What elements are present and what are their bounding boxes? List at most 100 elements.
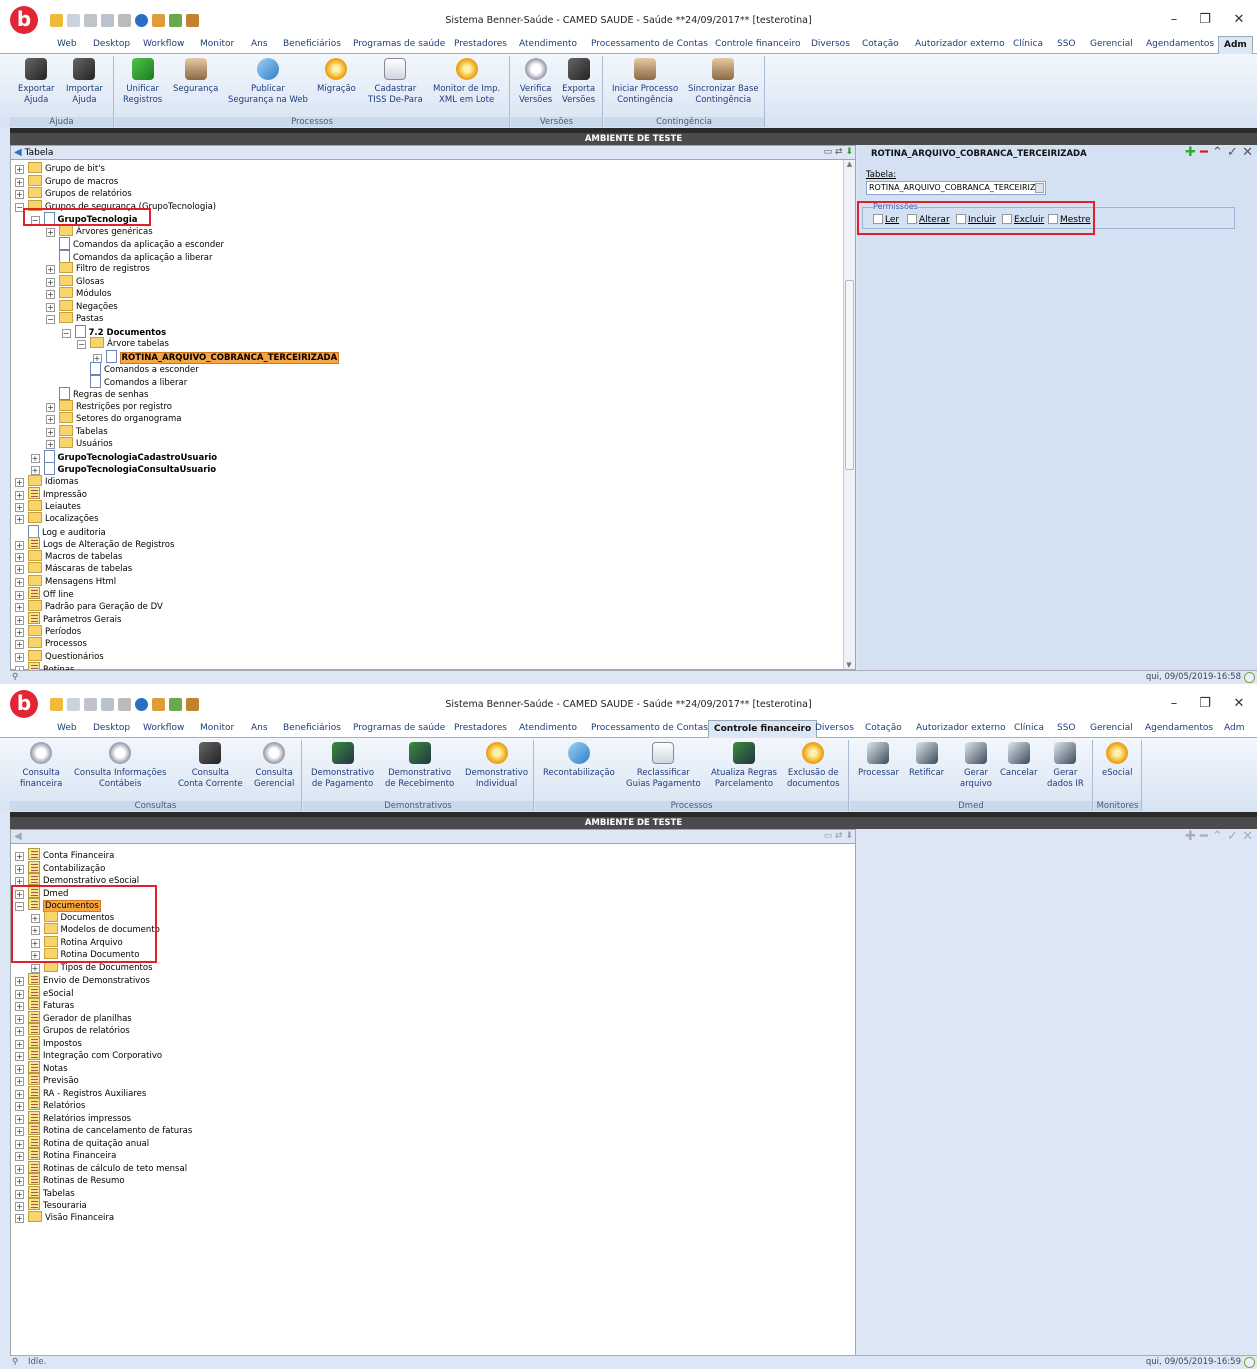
tab-sso[interactable]: SSO xyxy=(1057,39,1076,54)
expand-toggle-icon[interactable]: + xyxy=(46,227,55,237)
tree-node[interactable]: + Rotina de cancelamento de faturas xyxy=(15,1123,192,1136)
expand-toggle-icon[interactable]: + xyxy=(15,190,24,199)
exclusao-documentos-button[interactable]: Exclusão de documentos xyxy=(787,742,840,790)
tab-clinica[interactable]: Clínica xyxy=(1014,723,1044,738)
tree-node[interactable]: + Previsão xyxy=(15,1073,79,1086)
tree-node[interactable]: + Módulos xyxy=(46,287,111,299)
tab-beneficiarios[interactable]: Beneficiários xyxy=(283,723,341,738)
expand-toggle-icon[interactable]: − xyxy=(77,340,86,349)
tab-atendimento[interactable]: Atendimento xyxy=(519,723,577,738)
expand-toggle-icon[interactable]: + xyxy=(46,277,55,287)
tree-node[interactable]: + Grupos de relatórios xyxy=(15,1023,130,1036)
consulta-conta-corrente-button[interactable]: Consulta Conta Corrente xyxy=(178,742,243,790)
gerar-arquivo-button[interactable]: Gerar arquivo xyxy=(960,742,992,790)
expand-toggle-icon[interactable]: + xyxy=(46,290,55,299)
expand-toggle-icon[interactable]: + xyxy=(15,502,24,512)
tab-processamento-de-contas[interactable]: Processamento de Contas xyxy=(591,39,708,54)
tab-cotacao[interactable]: Cotação xyxy=(865,723,902,738)
tree-node[interactable]: + Restrições por registro xyxy=(46,399,172,412)
tab-web[interactable]: Web xyxy=(57,723,77,738)
tab-ans[interactable]: Ans xyxy=(251,723,268,738)
unificar-registros-button[interactable]: Unificar Registros xyxy=(123,58,162,106)
tree-node[interactable]: + Rotinas de Resumo xyxy=(15,1173,125,1186)
tree-node[interactable]: + Contabilização xyxy=(15,860,105,874)
tree-node[interactable]: + RA - Registros Auxiliares xyxy=(15,1085,146,1099)
tab-sso[interactable]: SSO xyxy=(1057,723,1076,738)
tab-autorizador-externo[interactable]: Autorizador externo xyxy=(916,723,1006,738)
tree-node[interactable]: Regras de senhas xyxy=(46,387,148,400)
tree-node[interactable]: Comandos da aplicação a esconder xyxy=(46,237,224,250)
expand-toggle-icon[interactable]: + xyxy=(46,402,55,412)
close-button[interactable]: ✕ xyxy=(1228,696,1250,712)
publicar-seguranca-web-button[interactable]: Publicar Segurança na Web xyxy=(228,58,308,106)
importar-ajuda-button[interactable]: Importar Ajuda xyxy=(66,58,103,106)
reclassificar-guias-button[interactable]: Reclassificar Guias Pagamento xyxy=(626,742,701,790)
verifica-versoes-button[interactable]: Verifica Versões xyxy=(519,58,552,106)
tree-node[interactable]: + Glosas xyxy=(46,274,104,287)
tab-programas-de-saude[interactable]: Programas de saúde xyxy=(353,723,445,738)
expand-toggle-icon[interactable]: + xyxy=(15,477,24,487)
retificar-button[interactable]: Retificar xyxy=(909,742,944,779)
consulta-gerencial-button[interactable]: Consulta Gerencial xyxy=(254,742,294,790)
demonstrativo-recebimento-button[interactable]: Demonstrativo de Recebimento xyxy=(385,742,454,790)
tree-node[interactable]: + Negações xyxy=(46,299,118,312)
magnifier-icon[interactable]: ⚲ xyxy=(12,1356,18,1369)
tree-node[interactable]: − Pastas xyxy=(46,312,103,324)
remove-icon[interactable]: ━ xyxy=(1200,829,1208,844)
tree-node[interactable]: + Períodos xyxy=(15,624,81,637)
tree-node[interactable]: + eSocial xyxy=(15,985,73,999)
tree-node[interactable]: + Envio de Demonstrativos xyxy=(15,973,150,986)
tree-node[interactable]: + Integração com Corporativo xyxy=(15,1048,162,1061)
expand-toggle-icon[interactable]: + xyxy=(15,640,24,649)
tab-prestadores[interactable]: Prestadores xyxy=(454,39,507,54)
sincronizar-base-contingencia-button[interactable]: Sincronizar Base Contingência xyxy=(688,58,759,106)
tree-node[interactable]: + Relatórios impressos xyxy=(15,1110,131,1124)
restore-button[interactable]: ❐ xyxy=(1194,696,1216,712)
tab-agendamentos[interactable]: Agendamentos xyxy=(1146,39,1214,54)
expand-toggle-icon[interactable]: + xyxy=(30,963,40,973)
migracao-button[interactable]: Migração xyxy=(317,58,356,95)
tree-node[interactable]: + Off line xyxy=(15,587,74,600)
expand-toggle-icon[interactable]: + xyxy=(15,515,24,524)
expand-toggle-icon[interactable]: + xyxy=(15,552,24,562)
tab-desktop[interactable]: Desktop xyxy=(93,723,130,738)
tab-prestadores[interactable]: Prestadores xyxy=(454,723,507,738)
tab-adm[interactable]: Adm xyxy=(1224,723,1244,738)
close-button[interactable]: ✕ xyxy=(1228,12,1250,28)
tree-node[interactable]: + Faturas xyxy=(15,998,74,1011)
tree-node[interactable]: + GrupoTecnologiaConsultaUsuario xyxy=(30,462,216,475)
expand-toggle-icon[interactable]: + xyxy=(46,302,55,312)
tab-cotacao[interactable]: Cotação xyxy=(862,39,899,54)
expand-toggle-icon[interactable]: + xyxy=(15,602,24,612)
tree-node[interactable]: + Filtro de registros xyxy=(46,262,150,274)
add-icon[interactable]: ✚ xyxy=(1185,829,1196,844)
tree-node[interactable]: + Notas xyxy=(15,1060,68,1074)
tree-node[interactable]: + Macros de tabelas xyxy=(15,549,122,562)
tree-node[interactable]: + Localizações xyxy=(15,512,99,524)
tab-programas-de-saude[interactable]: Programas de saúde xyxy=(353,39,445,54)
add-icon[interactable]: ✚ xyxy=(1185,145,1196,160)
tab-ans[interactable]: Ans xyxy=(251,39,268,54)
tree-node[interactable]: + Logs de Alteração de Registros xyxy=(15,537,174,550)
tree-node[interactable]: + Gerador de planilhas xyxy=(15,1010,132,1024)
tab-desktop[interactable]: Desktop xyxy=(93,39,130,54)
tab-gerencial[interactable]: Gerencial xyxy=(1090,39,1133,54)
tree-node[interactable]: + Questionários xyxy=(15,649,104,662)
monitor-imp-xml-button[interactable]: Monitor de Imp. XML em Lote xyxy=(433,58,500,106)
tree-node[interactable]: + Idiomas xyxy=(15,474,78,487)
back-arrow-icon[interactable]: ◀ xyxy=(14,147,22,158)
tree-node[interactable]: + Padrão para Geração de DV xyxy=(15,599,163,612)
tab-controle-financeiro[interactable]: Controle financeiro xyxy=(708,720,818,738)
expand-toggle-icon[interactable]: + xyxy=(15,627,24,637)
tree-node[interactable]: + Setores do organograma xyxy=(46,412,181,424)
close-icon[interactable]: ✕ xyxy=(1242,829,1253,844)
check-icon[interactable]: ✓ xyxy=(1227,145,1238,160)
expand-toggle-icon[interactable]: + xyxy=(46,415,55,424)
tab-gerencial[interactable]: Gerencial xyxy=(1090,723,1133,738)
vertical-scrollbar[interactable]: ▲ ▼ xyxy=(843,160,855,669)
minimize-button[interactable]: – xyxy=(1163,12,1185,28)
tree-node[interactable]: + Impostos xyxy=(15,1035,82,1049)
tab-agendamentos[interactable]: Agendamentos xyxy=(1145,723,1213,738)
expand-toggle-icon[interactable]: + xyxy=(15,177,24,187)
tree-node[interactable]: − 7.2 Documentos xyxy=(61,324,166,338)
